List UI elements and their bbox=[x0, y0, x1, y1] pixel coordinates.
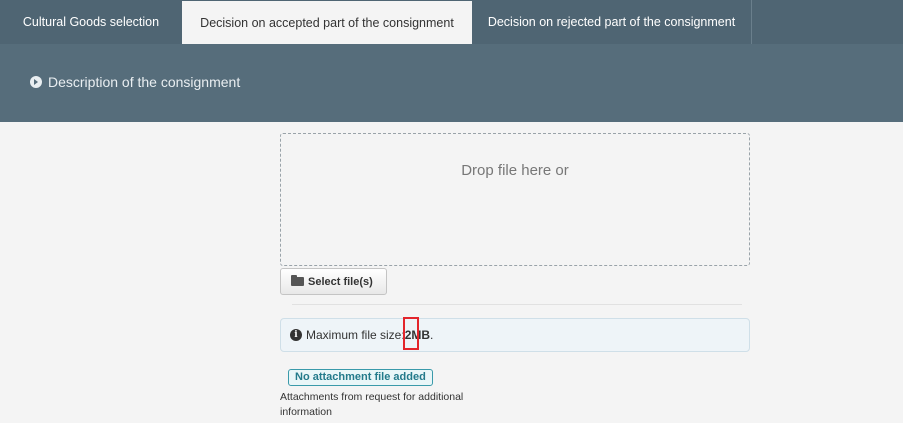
dropzone-text: Drop file here or bbox=[461, 162, 569, 179]
file-dropzone[interactable]: Drop file here or bbox=[280, 133, 750, 266]
tab-cultural-goods-selection[interactable]: Cultural Goods selection bbox=[0, 0, 182, 44]
divider bbox=[292, 304, 742, 305]
attachments-label: Attachments from request for additional … bbox=[280, 391, 464, 418]
file-size-info: i Maximum file size: 2 MB. bbox=[280, 318, 750, 352]
status-badge: No attachment file added bbox=[288, 369, 433, 386]
highlight-box bbox=[403, 317, 419, 350]
folder-open-icon bbox=[291, 275, 304, 286]
description-toggle[interactable]: Description of the consignment bbox=[30, 74, 240, 90]
file-size-suffix: . bbox=[430, 328, 434, 342]
description-panel-header: Description of the consignment bbox=[0, 44, 903, 122]
tab-decision-accepted[interactable]: Decision on accepted part of the consign… bbox=[182, 0, 472, 44]
select-files-label: Select file(s) bbox=[308, 275, 373, 288]
info-circle-icon: i bbox=[290, 329, 302, 341]
file-size-prefix: Maximum file size: bbox=[306, 328, 405, 342]
tab-decision-rejected[interactable]: Decision on rejected part of the consign… bbox=[472, 0, 752, 44]
chevron-circle-right-icon bbox=[30, 76, 42, 88]
tab-bar: Cultural Goods selection Decision on acc… bbox=[0, 0, 903, 44]
select-files-button[interactable]: Select file(s) bbox=[280, 268, 387, 295]
description-label: Description of the consignment bbox=[48, 74, 241, 90]
